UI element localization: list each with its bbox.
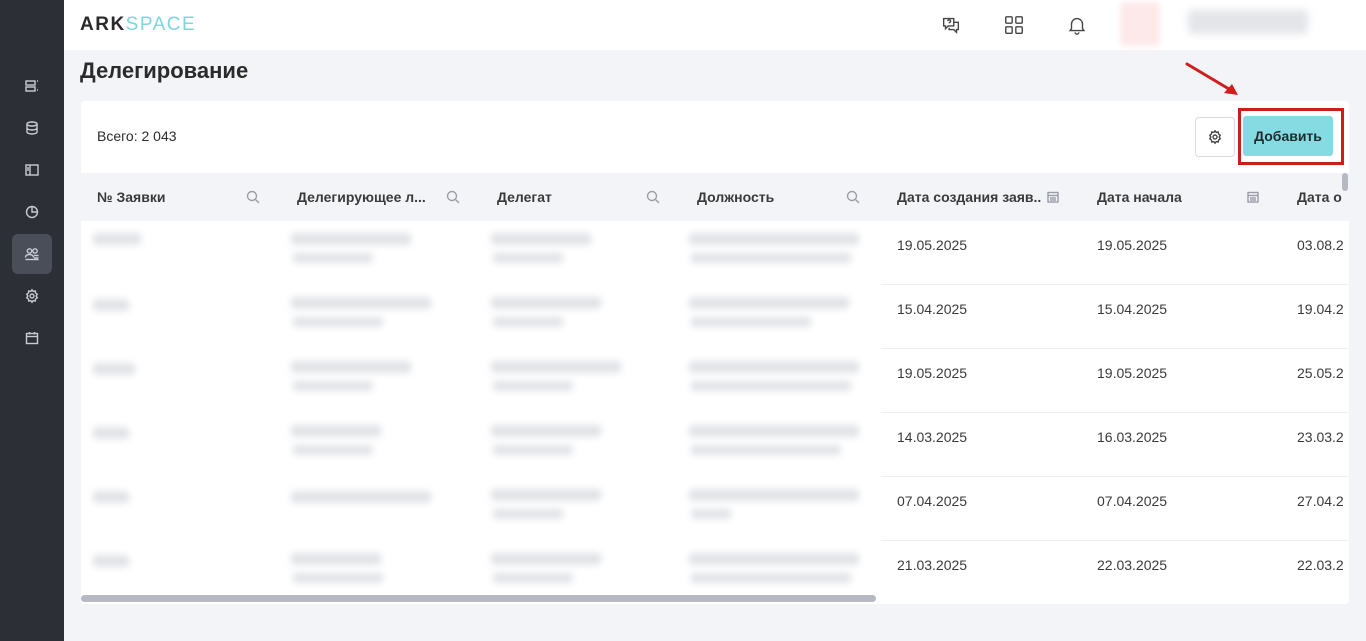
table-settings-button[interactable] bbox=[1195, 117, 1235, 157]
pie-chart-icon bbox=[25, 205, 39, 219]
table-row[interactable]: 19.05.2025 19.05.2025 03.08.2 bbox=[81, 221, 1349, 285]
horizontal-scrollbar[interactable] bbox=[81, 594, 1349, 602]
column-header-position[interactable]: Должность bbox=[697, 173, 877, 221]
end-date-cell: 25.05.2 bbox=[1297, 365, 1344, 381]
apps-button[interactable] bbox=[1001, 12, 1027, 38]
sidebar-item-calendar[interactable] bbox=[12, 318, 52, 358]
gear-icon bbox=[25, 288, 39, 304]
table-row[interactable]: 07.04.2025 07.04.2025 27.04.2 bbox=[81, 477, 1349, 541]
logo-space: SPACE bbox=[125, 14, 197, 35]
user-name-blurred bbox=[1188, 10, 1308, 34]
sidebar bbox=[0, 0, 64, 641]
database-icon bbox=[26, 121, 38, 135]
start-date-cell: 19.05.2025 bbox=[1097, 237, 1168, 253]
users-icon bbox=[24, 248, 39, 261]
start-date-cell: 16.03.2025 bbox=[1097, 429, 1168, 445]
sidebar-item-database[interactable] bbox=[12, 108, 52, 148]
end-date-cell: 22.03.2 bbox=[1297, 557, 1344, 573]
column-header-created-date[interactable]: Дата создания заяв... bbox=[897, 173, 1077, 221]
created-date-cell: 07.04.2025 bbox=[897, 493, 968, 509]
vertical-scroll-thumb[interactable] bbox=[1342, 173, 1348, 191]
table-row[interactable]: 15.04.2025 15.04.2025 19.04.2 bbox=[81, 285, 1349, 349]
start-date-cell: 07.04.2025 bbox=[1097, 493, 1168, 509]
add-button-highlight bbox=[1238, 108, 1344, 165]
sidebar-item-list[interactable] bbox=[12, 66, 52, 106]
horizontal-scroll-thumb[interactable] bbox=[81, 595, 876, 602]
column-header-delegate[interactable]: Делегат bbox=[497, 173, 677, 221]
vertical-scrollbar[interactable] bbox=[1342, 173, 1349, 598]
start-date-cell: 15.04.2025 bbox=[1097, 301, 1168, 317]
page-title: Делегирование bbox=[80, 58, 249, 83]
search-icon[interactable] bbox=[645, 189, 661, 205]
end-date-cell: 23.03.2 bbox=[1297, 429, 1344, 445]
topbar: ARKSPACE bbox=[64, 0, 1366, 50]
table-row[interactable]: 19.05.2025 19.05.2025 25.05.2 bbox=[81, 349, 1349, 413]
calendar-icon[interactable] bbox=[1045, 189, 1061, 205]
end-date-cell: 19.04.2 bbox=[1297, 301, 1344, 317]
search-icon[interactable] bbox=[245, 189, 261, 205]
created-date-cell: 19.05.2025 bbox=[897, 365, 968, 381]
end-date-cell: 03.08.2 bbox=[1297, 237, 1344, 253]
total-count: Всего: 2 043 bbox=[97, 128, 177, 144]
table-header: № Заявки Делегирующее л... Делегат Должн… bbox=[81, 173, 1349, 221]
column-header-start-date[interactable]: Дата начала bbox=[1097, 173, 1277, 221]
sidebar-item-panel[interactable] bbox=[12, 150, 52, 190]
end-date-cell: 27.04.2 bbox=[1297, 493, 1344, 509]
annotation-arrow-icon bbox=[1185, 62, 1238, 95]
calendar-icon[interactable] bbox=[1245, 189, 1261, 205]
support-chat-button[interactable] bbox=[938, 12, 964, 38]
start-date-cell: 22.03.2025 bbox=[1097, 557, 1168, 573]
calendar-icon bbox=[25, 332, 39, 345]
start-date-cell: 19.05.2025 bbox=[1097, 365, 1168, 381]
column-header-request-number[interactable]: № Заявки bbox=[97, 173, 277, 221]
search-icon[interactable] bbox=[445, 189, 461, 205]
logo-ark: ARK bbox=[80, 14, 126, 35]
created-date-cell: 14.03.2025 bbox=[897, 429, 968, 445]
user-profile[interactable] bbox=[1120, 0, 1320, 48]
created-date-cell: 19.05.2025 bbox=[897, 237, 968, 253]
list-icon bbox=[25, 80, 38, 92]
created-date-cell: 15.04.2025 bbox=[897, 301, 968, 317]
sidebar-item-settings[interactable] bbox=[12, 276, 52, 316]
gear-icon bbox=[1208, 129, 1222, 145]
avatar bbox=[1120, 2, 1160, 46]
panel-icon bbox=[25, 164, 39, 176]
search-icon[interactable] bbox=[845, 189, 861, 205]
bell-icon bbox=[1068, 17, 1086, 35]
created-date-cell: 21.03.2025 bbox=[897, 557, 968, 573]
column-header-delegator[interactable]: Делегирующее л... bbox=[297, 173, 477, 221]
sidebar-item-reports[interactable] bbox=[12, 192, 52, 232]
notifications-button[interactable] bbox=[1064, 12, 1090, 38]
apps-grid-icon bbox=[1005, 16, 1023, 34]
sidebar-item-delegation[interactable] bbox=[12, 234, 52, 274]
table-row[interactable]: 14.03.2025 16.03.2025 23.03.2 bbox=[81, 413, 1349, 477]
chat-help-icon bbox=[942, 17, 960, 34]
delegation-table-card: Всего: 2 043 Добавить № Заявки Делегирую… bbox=[81, 101, 1349, 604]
app-logo[interactable]: ARKSPACE bbox=[80, 14, 196, 36]
